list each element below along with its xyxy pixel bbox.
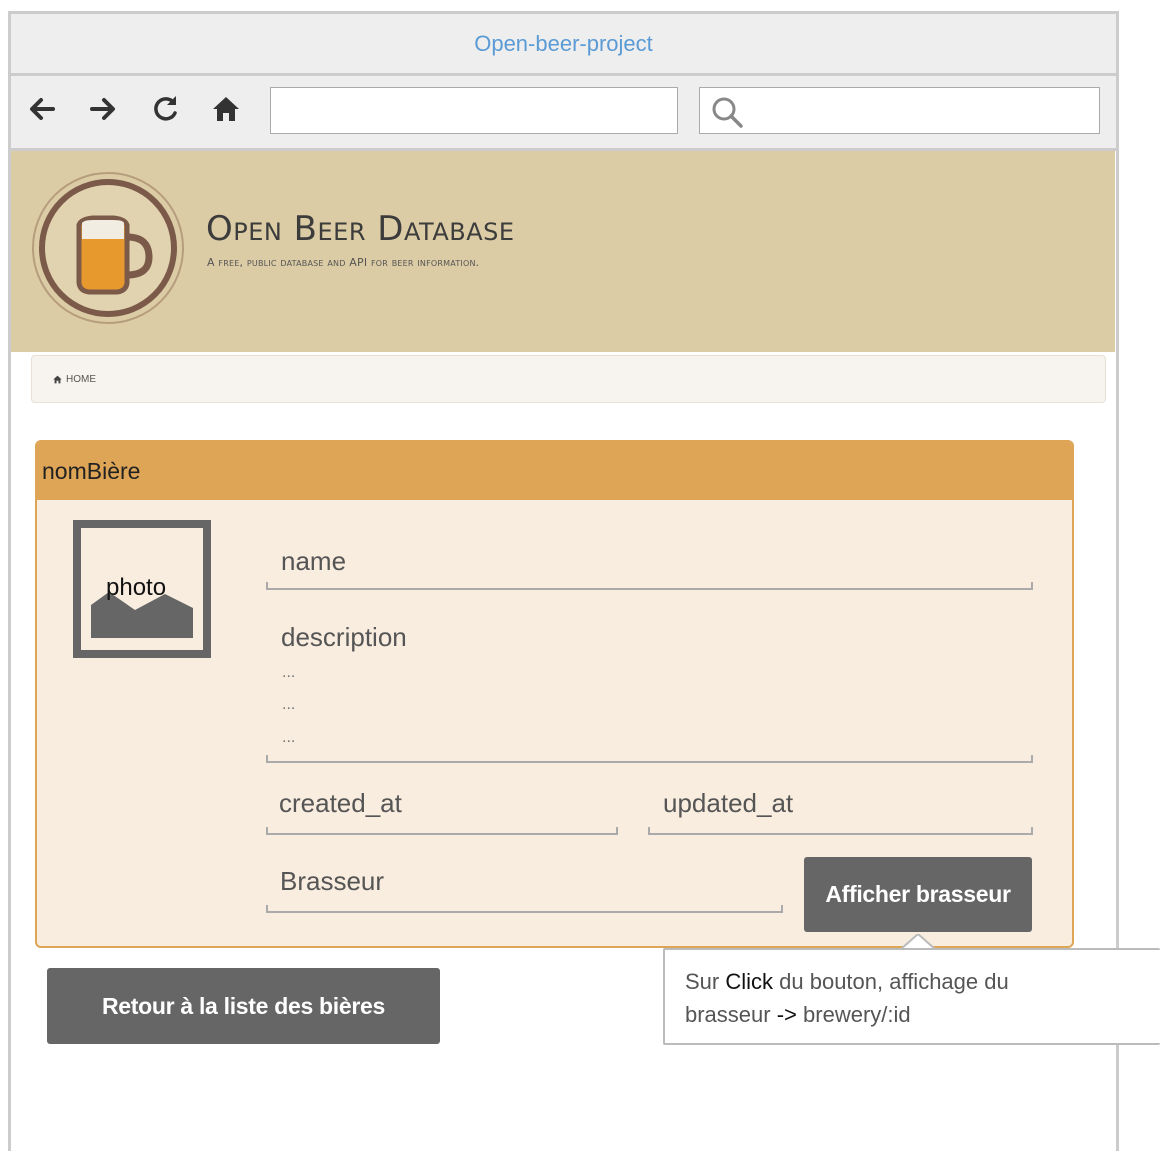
panel-heading: nomBière [37,442,1072,500]
search-input[interactable] [750,88,1094,135]
tooltip-line-2: brasseur -> brewery/:id [685,998,1160,1031]
show-brewer-button[interactable]: Afficher brasseur [804,857,1032,932]
site-header: Open Beer Database A free, public databa… [11,151,1115,352]
url-input[interactable] [270,87,678,134]
arrow-left-icon[interactable] [25,92,59,126]
tooltip-line-1: Sur Click du bouton, affichage du [685,965,1160,998]
tooltip-line1-rest: du bouton, affichage du [773,969,1009,994]
tooltip-line2-start: brasseur [685,1002,777,1027]
beer-mug-logo[interactable] [31,171,186,326]
reload-icon[interactable] [149,92,183,126]
arrow-right-icon[interactable] [86,92,120,126]
beer-detail-panel: nomBière photo name description ... ... … [35,440,1074,948]
name-field-underline [266,582,1033,590]
created-at-underline [266,827,618,835]
breadcrumb-home-label: HOME [66,373,96,385]
tooltip-line2-end: brewery/:id [796,1002,911,1027]
breadcrumb: HOME [31,355,1106,403]
title-bar: Open-beer-project [11,14,1116,76]
photo-label: photo [106,574,167,601]
back-to-list-button[interactable]: Retour à la liste des bières [47,968,440,1044]
beer-photo: photo [73,520,211,658]
site-subtitle: A free, public database and API for beer… [207,256,480,269]
brewer-underline [266,905,783,913]
site-title: Open Beer Database [206,209,515,249]
search-icon [712,97,743,128]
tooltip-click-word: Click [725,969,774,994]
annotation-tooltip: Sur Click du bouton, affichage du brasse… [663,948,1160,1045]
tooltip-arrow-text: -> [776,1002,797,1027]
description-line: ... [282,696,296,713]
tooltip-prefix: Sur [685,969,726,994]
search-box[interactable] [699,87,1100,135]
home-icon [53,375,62,383]
breadcrumb-home-link[interactable]: HOME [52,374,96,385]
window-title: Open-beer-project [474,30,653,56]
created-at-field[interactable]: created_at [279,788,402,819]
description-field-underline [266,755,1033,763]
home-icon[interactable] [209,92,243,126]
browser-toolbar [11,76,1116,151]
updated-at-field[interactable]: updated_at [663,788,793,819]
updated-at-underline [648,827,1033,835]
name-field[interactable]: name [281,546,346,577]
description-line: ... [282,664,296,681]
description-field[interactable]: description [281,622,407,653]
description-line: ... [282,729,296,746]
brewer-field[interactable]: Brasseur [280,866,384,897]
